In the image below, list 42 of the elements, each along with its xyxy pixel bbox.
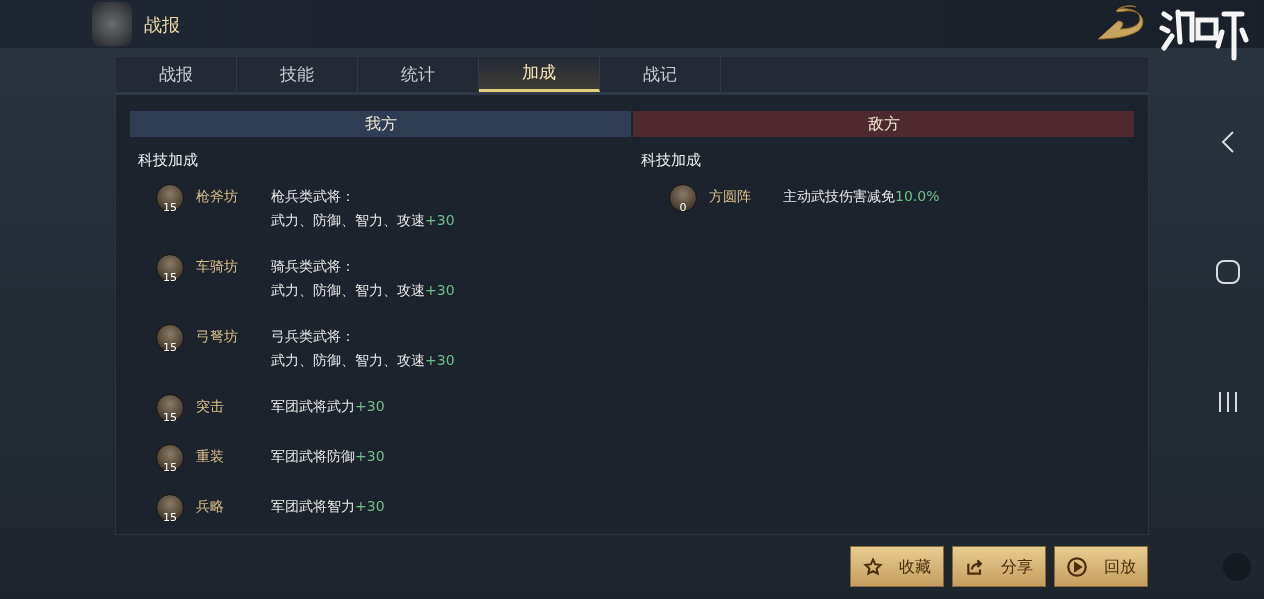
tech-name: 方圆阵 (709, 187, 752, 206)
bonus-description: 军团武将防御+30 (271, 447, 385, 466)
level-number: 0 (679, 202, 687, 213)
bonus-description: 武力、防御、智力、攻速+30 (271, 351, 455, 370)
home-icon[interactable] (1215, 259, 1241, 285)
level-number: 15 (163, 272, 177, 283)
side-header: 我方 (130, 111, 631, 137)
level-number: 15 (163, 462, 177, 473)
bonus-description: 军团武将武力+30 (271, 397, 385, 416)
window-title: 战报 (144, 12, 180, 37)
tech-name: 突击 (196, 397, 225, 416)
bonus-description: 武力、防御、智力、攻速+30 (271, 211, 455, 230)
level-number: 15 (163, 202, 177, 213)
tech-name: 枪斧坊 (196, 187, 239, 206)
bonus-description: 骑兵类武将： (271, 257, 356, 276)
emblem-drawing (92, 2, 132, 46)
tech-name: 车骑坊 (196, 257, 239, 276)
back-icon[interactable] (1221, 130, 1235, 154)
tab[interactable]: 战报 (116, 57, 237, 92)
star-icon (863, 556, 883, 577)
tech-name: 兵略 (196, 497, 225, 516)
action-button[interactable]: 收藏 (850, 546, 944, 587)
level-number: 15 (163, 342, 177, 353)
tech-name: 重装 (196, 447, 225, 466)
bonus-description: 弓兵类武将： (271, 327, 356, 346)
tab[interactable]: 技能 (237, 57, 358, 92)
play-icon (1066, 555, 1088, 578)
level-number: 15 (163, 512, 177, 523)
section-title: 科技加成 (138, 150, 199, 171)
bonus-description: 武力、防御、智力、攻速+30 (271, 281, 455, 300)
section-title: 科技加成 (641, 150, 702, 171)
tab[interactable]: 战记 (600, 57, 721, 92)
bonus-description: 主动武技伤害减免10.0% (783, 187, 940, 206)
level-number: 15 (163, 412, 177, 423)
recent-apps-icon[interactable] (1216, 390, 1240, 414)
action-button[interactable]: 分享 (952, 546, 1046, 587)
bonus-description: 军团武将智力+30 (271, 497, 385, 516)
action-button[interactable]: 回放 (1054, 546, 1148, 587)
tab[interactable]: 加成 (479, 57, 600, 92)
bonus-description: 枪兵类武将： (271, 187, 356, 206)
tech-name: 弓弩坊 (196, 327, 239, 346)
side-header: 敌方 (633, 111, 1134, 137)
